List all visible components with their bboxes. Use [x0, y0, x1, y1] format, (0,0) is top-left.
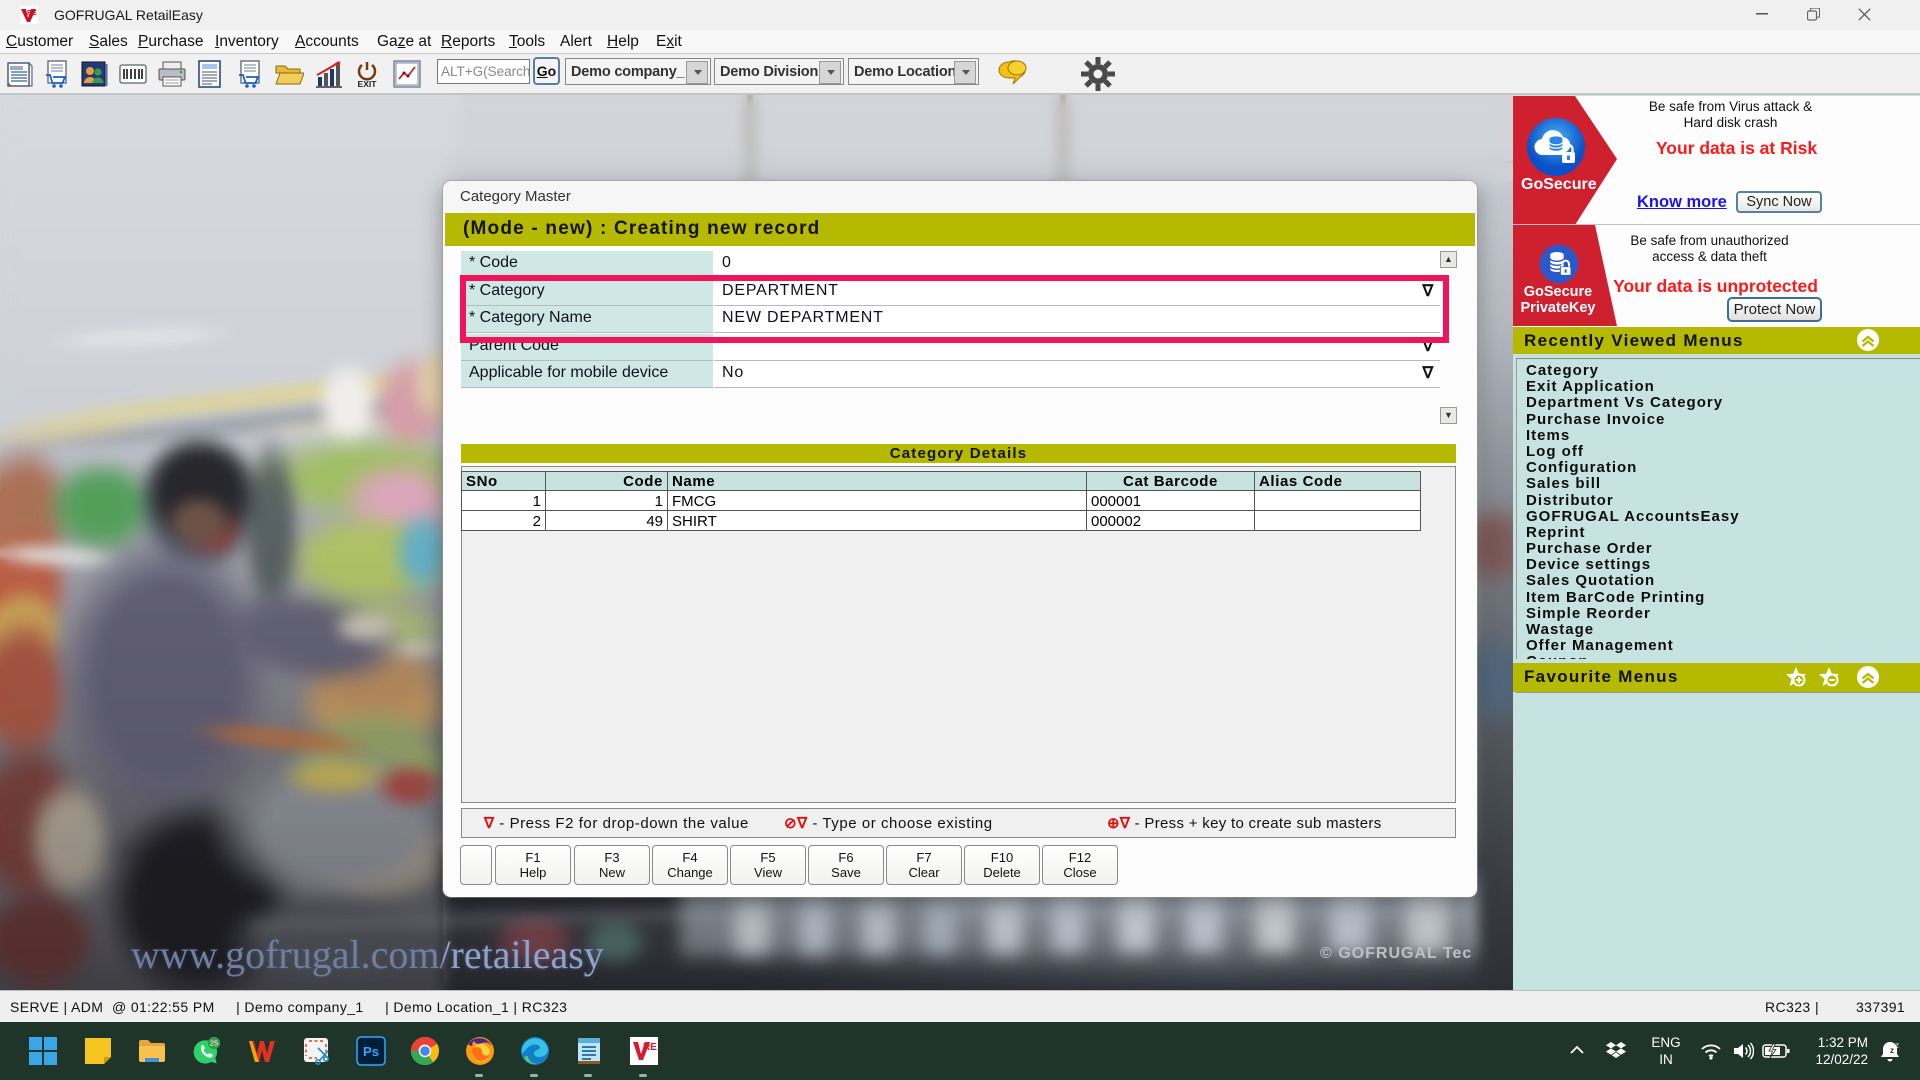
svg-text:RE: RE	[643, 1042, 657, 1053]
svg-text:z: z	[1890, 1046, 1894, 1055]
svg-text:EXIT: EXIT	[358, 79, 378, 89]
svg-text:Ps: Ps	[363, 1044, 379, 1059]
svg-text:z: z	[1895, 1041, 1899, 1050]
svg-text:25: 25	[210, 1039, 218, 1048]
svg-text:RE: RE	[27, 10, 37, 17]
